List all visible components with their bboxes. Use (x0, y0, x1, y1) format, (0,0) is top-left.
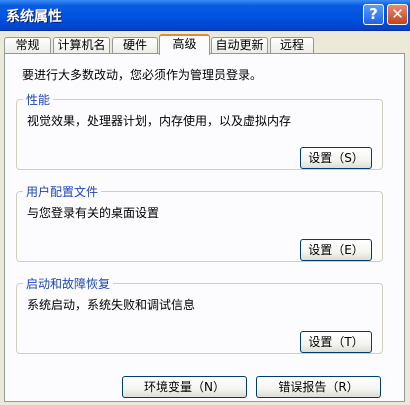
tab-panel-advanced: 要进行大多数改动，您必须作为管理员登录。 性能 视觉效果，处理器计划，内存使用，… (4, 53, 405, 402)
tab-bar: 常规 计算机名 硬件 高级 自动更新 远程 (0, 34, 410, 55)
user-profiles-settings-button[interactable]: 设置（E） (300, 239, 372, 261)
startup-recovery-settings-button[interactable]: 设置（T） (300, 331, 372, 353)
window-title: 系统属性 (6, 9, 62, 25)
group-title-startup-recovery: 启动和故障恢复 (23, 275, 114, 292)
error-reporting-button[interactable]: 错误报告（R） (256, 376, 381, 398)
tab-hardware[interactable]: 硬件 (112, 37, 158, 54)
tab-remote[interactable]: 远程 (270, 37, 314, 54)
performance-description: 视觉效果，处理器计划，内存使用，以及虚拟内存 (27, 114, 292, 128)
user-profiles-description: 与您登录有关的桌面设置 (27, 206, 160, 220)
help-button[interactable]: ? (363, 4, 384, 25)
group-user-profiles: 用户配置文件 与您登录有关的桌面设置 设置（E） (16, 183, 383, 262)
performance-settings-button[interactable]: 设置（S） (300, 147, 372, 169)
close-button[interactable]: ✕ (387, 4, 408, 25)
tab-general[interactable]: 常规 (4, 37, 51, 54)
group-title-user-profiles: 用户配置文件 (23, 183, 102, 200)
startup-recovery-description: 系统启动，系统失败和调试信息 (27, 298, 196, 312)
group-performance: 性能 视觉效果，处理器计划，内存使用，以及虚拟内存 设置（S） (16, 91, 383, 170)
group-startup-recovery: 启动和故障恢复 系统启动，系统失败和调试信息 设置（T） (16, 275, 383, 354)
tab-automatic-updates[interactable]: 自动更新 (211, 37, 268, 54)
tab-computer-name[interactable]: 计算机名 (53, 37, 110, 54)
admin-note: 要进行大多数改动，您必须作为管理员登录。 (22, 68, 263, 82)
tab-advanced[interactable]: 高级 (159, 34, 210, 55)
group-title-performance: 性能 (23, 91, 54, 108)
title-bar: 系统属性 ? ✕ (0, 0, 410, 31)
environment-variables-button[interactable]: 环境变量（N） (122, 376, 247, 398)
